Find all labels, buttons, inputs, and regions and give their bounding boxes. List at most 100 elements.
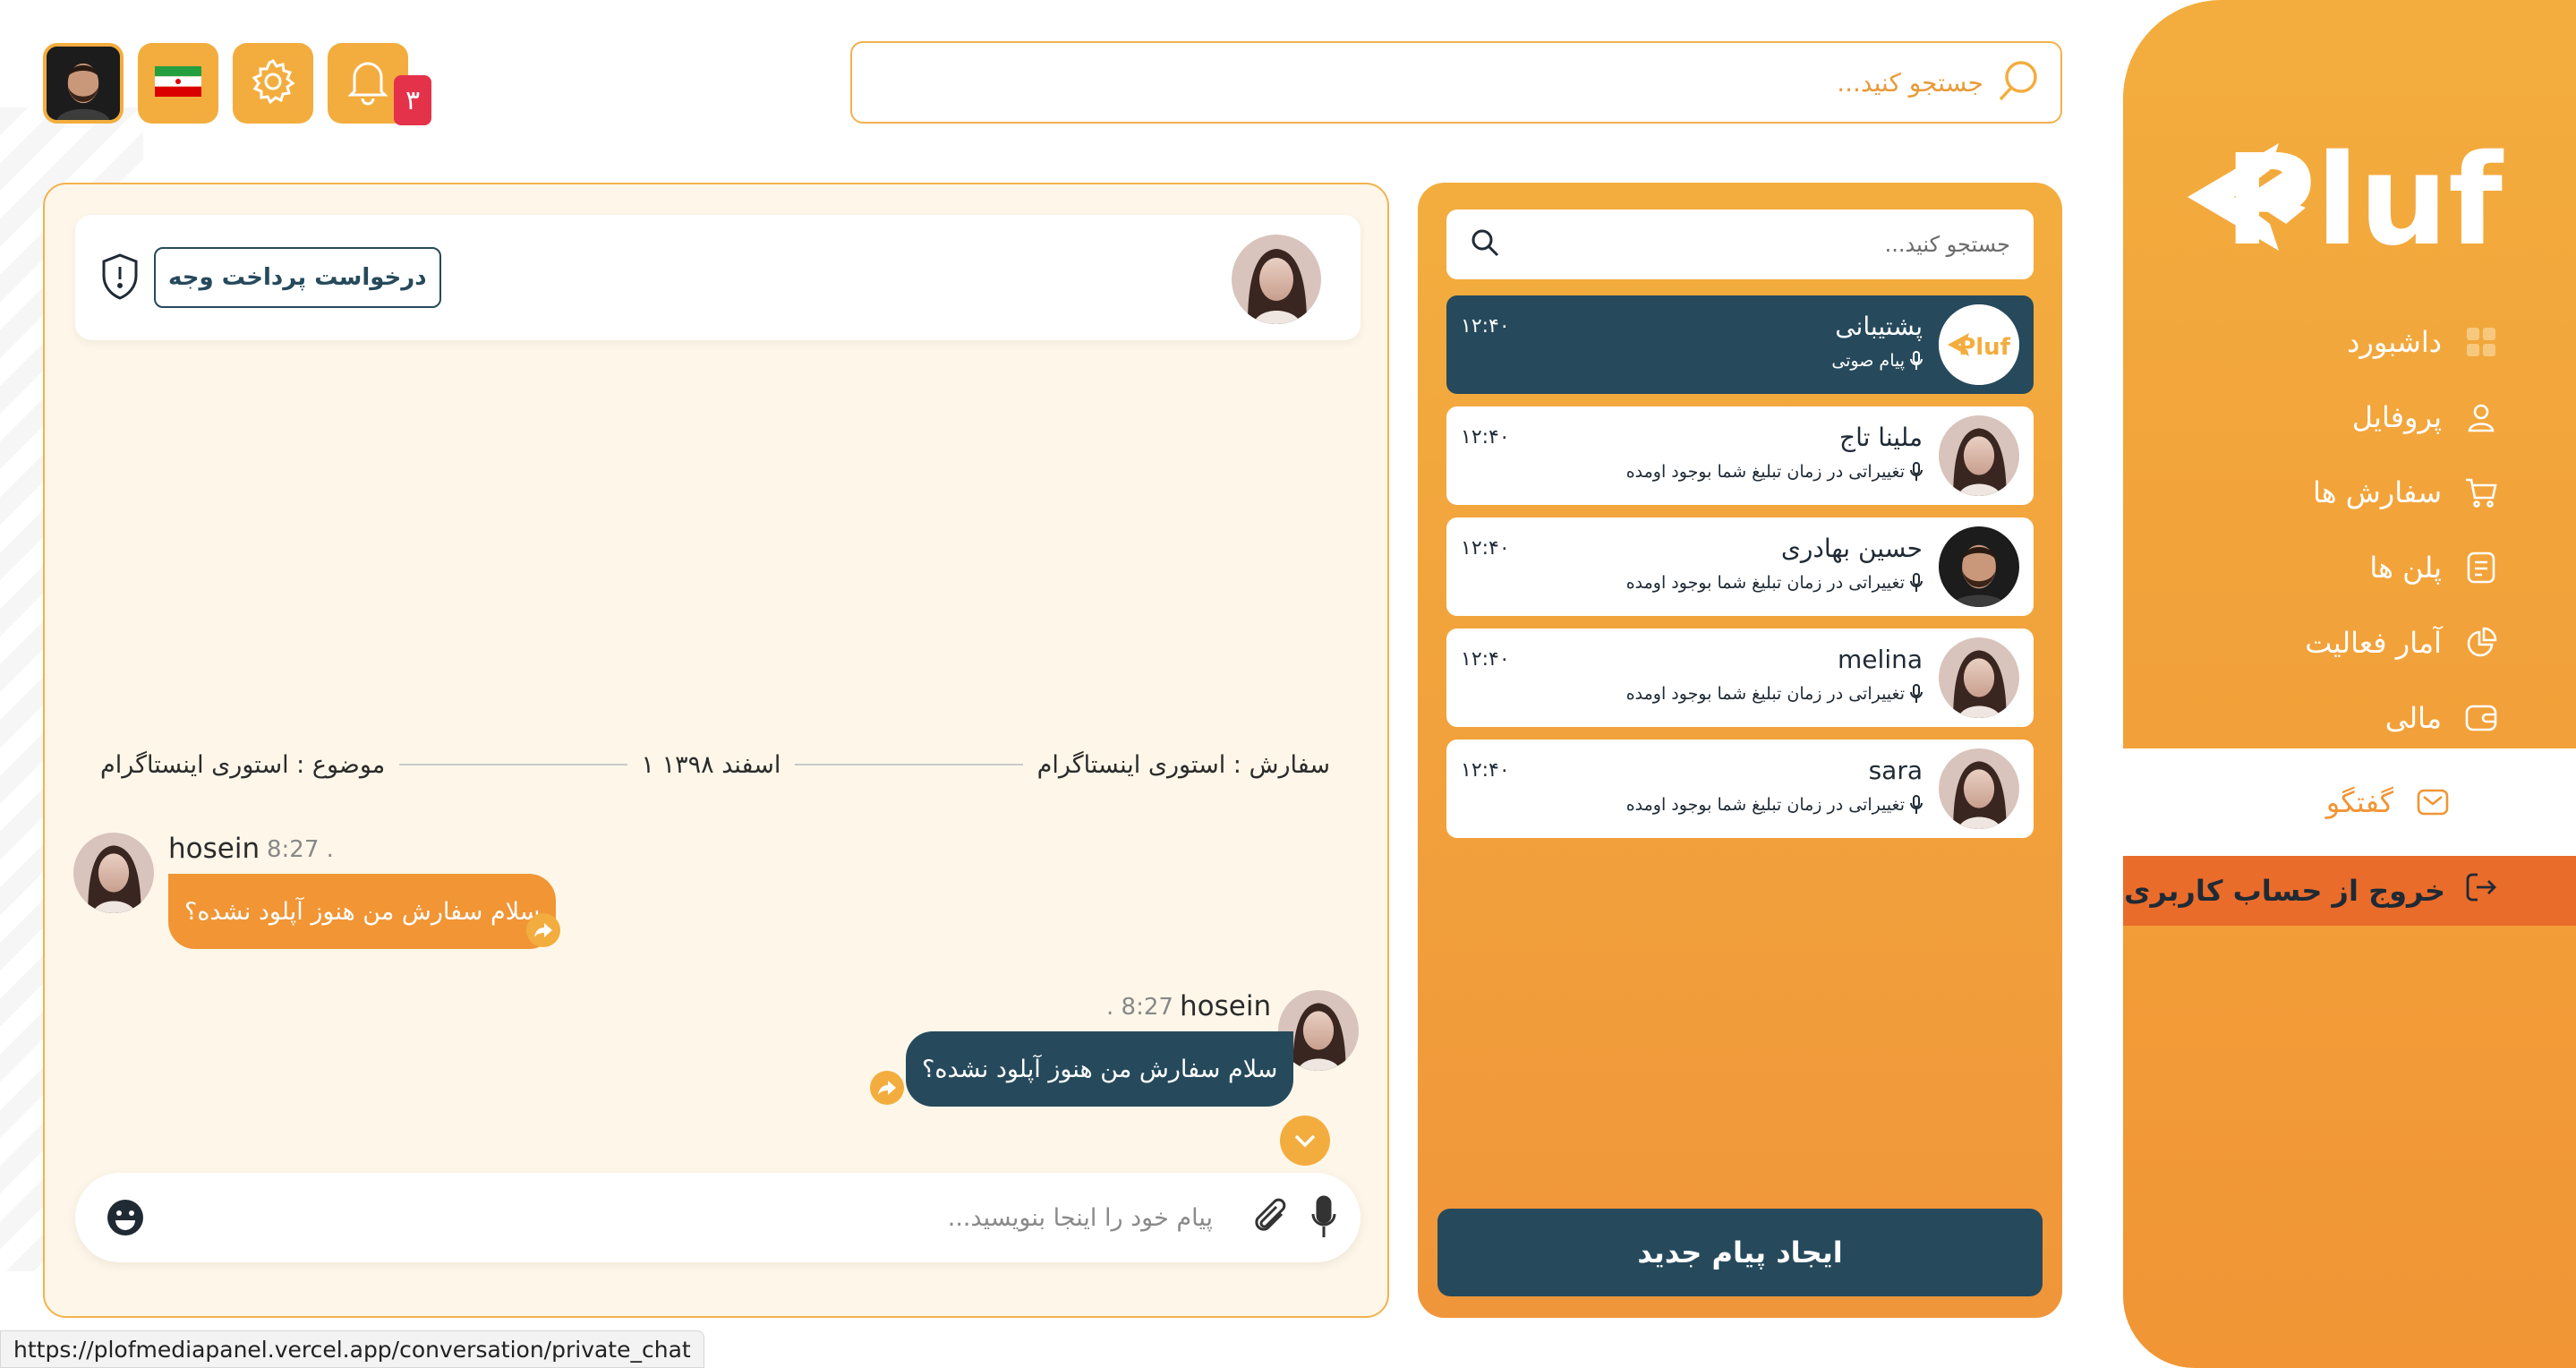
forward-button[interactable] (526, 913, 560, 947)
forward-button[interactable] (870, 1071, 904, 1105)
conversation-time: ۱۲:۴۰ (1461, 426, 1510, 449)
sidebar: Pluf داشبورد پروفایل سفارش ها پلن ها آما… (2123, 0, 2576, 1368)
wallet-icon (2463, 700, 2499, 736)
logout-label: خروج از حساب کاربری (2124, 874, 2445, 908)
logout-button[interactable]: خروج از حساب کاربری (2123, 856, 2576, 926)
conversation-search-input[interactable] (1516, 232, 2010, 257)
user-icon (2463, 399, 2499, 435)
iran-flag-icon (155, 66, 201, 100)
conversation-name: melina (1838, 645, 1923, 674)
sidebar-item-dashboard[interactable]: داشبورد (2123, 304, 2576, 380)
scroll-down-button[interactable] (1280, 1116, 1330, 1166)
chat-meta-row: سفارش : استوری اینستاگرام ۱ اسفند ۱۳۹۸ م… (100, 738, 1330, 791)
subject-label: موضوع : استوری اینستاگرام (100, 750, 386, 779)
notification-count-badge: ۳ (394, 75, 431, 125)
message-sender: hosein (1180, 990, 1272, 1022)
mic-icon (1910, 573, 1923, 592)
logout-icon (2463, 869, 2499, 912)
forward-icon (878, 1081, 896, 1095)
global-search-input[interactable] (909, 56, 1983, 109)
message-input[interactable] (228, 1191, 1213, 1244)
voice-record-button[interactable] (1310, 1194, 1337, 1244)
emoji-icon (107, 1200, 143, 1235)
sidebar-nav: داشبورد پروفایل سفارش ها پلن ها آمار فعا… (2123, 304, 2576, 840)
sidebar-item-chat[interactable]: گفتگو (2123, 765, 2528, 840)
sidebar-item-label: سفارش ها (2312, 475, 2442, 509)
conversation-preview: تغییراتی در زمان تبلیغ شما بوجود اومده (1626, 573, 1923, 593)
payment-request-button[interactable]: درخواست پرداخت وجه (154, 247, 441, 308)
bell-icon (345, 57, 390, 109)
message-avatar (73, 833, 154, 913)
mic-icon (1910, 351, 1923, 370)
shield-alert-icon[interactable] (100, 252, 140, 301)
sidebar-item-label: گفتگو (2325, 785, 2393, 819)
mail-icon (2415, 784, 2451, 820)
conversation-name: ملینا تاج (1839, 423, 1923, 452)
conversation-time: ۱۲:۴۰ (1461, 759, 1510, 782)
sidebar-item-stats[interactable]: آمار فعالیت (2123, 605, 2576, 680)
mic-icon (1910, 684, 1923, 703)
search-icon (1470, 227, 1500, 261)
message-bubble-outgoing: سلام سفارش من هنوز آپلود نشده؟ (906, 1031, 1294, 1107)
conversation-avatar (1939, 637, 2019, 718)
paperclip-icon (1255, 1198, 1286, 1231)
conversation-name: sara (1868, 756, 1923, 785)
chevron-down-icon (1294, 1134, 1316, 1148)
conversation-item[interactable]: Pluf پشتیبانی پیام صوتی ۱۲:۴۰ (1446, 295, 2034, 394)
chat-contact-avatar[interactable] (1232, 235, 1321, 324)
mic-icon (1910, 795, 1923, 814)
divider (398, 764, 627, 765)
global-search[interactable] (850, 41, 2062, 124)
conversation-item[interactable]: sara تغییراتی در زمان تبلیغ شما بوجود او… (1446, 740, 2034, 838)
sidebar-item-label: مالی (2384, 701, 2442, 735)
svg-text:Pluf: Pluf (1958, 334, 2010, 361)
divider (795, 764, 1023, 765)
conversation-time: ۱۲:۴۰ (1461, 537, 1510, 560)
forward-icon (534, 923, 552, 937)
pie-chart-icon (2463, 625, 2499, 661)
sidebar-item-orders[interactable]: سفارش ها (2123, 455, 2576, 530)
conversation-name: حسین بهادری (1780, 534, 1923, 563)
sidebar-item-plans[interactable]: پلن ها (2123, 530, 2576, 605)
conversation-item[interactable]: حسین بهادری تغییراتی در زمان تبلیغ شما ب… (1446, 517, 2034, 616)
date-label: ۱ اسفند ۱۳۹۸ (641, 750, 781, 779)
mic-icon (1910, 462, 1923, 481)
sidebar-item-finance[interactable]: مالی (2123, 680, 2576, 756)
avatar (47, 47, 120, 120)
conversation-avatar (1939, 526, 2019, 607)
settings-button[interactable] (233, 43, 313, 124)
sidebar-item-label: پروفایل (2351, 400, 2442, 434)
sidebar-item-profile[interactable]: پروفایل (2123, 380, 2576, 455)
message-time: . 8:27 (1106, 994, 1173, 1021)
order-label: سفارش : استوری اینستاگرام (1036, 750, 1330, 779)
new-message-button[interactable]: ایجاد پیام جدید (1437, 1209, 2043, 1296)
conversation-preview: پیام صوتی (1831, 351, 1923, 371)
conversation-avatar (1939, 748, 2019, 829)
conversation-avatar (1939, 415, 2019, 496)
conversation-item[interactable]: ملینا تاج تغییراتی در زمان تبلیغ شما بوج… (1446, 406, 2034, 505)
pluf-logo: Pluf (2188, 134, 2504, 260)
cart-icon (2463, 475, 2499, 510)
support-avatar: Pluf (1939, 304, 2019, 385)
search-icon (1996, 57, 2043, 107)
conversation-name: پشتیبانی (1835, 312, 1923, 341)
language-button[interactable] (138, 43, 218, 124)
message-time: 8:27 . (267, 836, 334, 863)
emoji-button[interactable] (106, 1198, 145, 1241)
message-sender: hosein (168, 833, 260, 865)
dashboard-icon (2463, 324, 2499, 360)
conversation-search[interactable] (1446, 209, 2034, 279)
sidebar-item-label: پلن ها (2369, 551, 2442, 585)
conversation-time: ۱۲:۴۰ (1461, 315, 1510, 338)
svg-text:Pluf: Pluf (2224, 134, 2504, 260)
document-icon (2463, 550, 2499, 586)
attach-button[interactable] (1250, 1196, 1292, 1243)
conversation-item[interactable]: melina تغییراتی در زمان تبلیغ شما بوجود … (1446, 628, 2034, 727)
message-composer (75, 1173, 1361, 1262)
user-avatar-button[interactable] (43, 43, 124, 124)
chat-header: درخواست پرداخت وجه (75, 215, 1361, 340)
status-url-bar: https://plofmediapanel.vercel.app/conver… (0, 1330, 704, 1368)
conversation-list-panel: Pluf پشتیبانی پیام صوتی ۱۲:۴۰ ملینا تاج … (1418, 183, 2062, 1318)
conversation-preview: تغییراتی در زمان تبلیغ شما بوجود اومده (1626, 795, 1923, 815)
conversation-preview: تغییراتی در زمان تبلیغ شما بوجود اومده (1626, 684, 1923, 704)
